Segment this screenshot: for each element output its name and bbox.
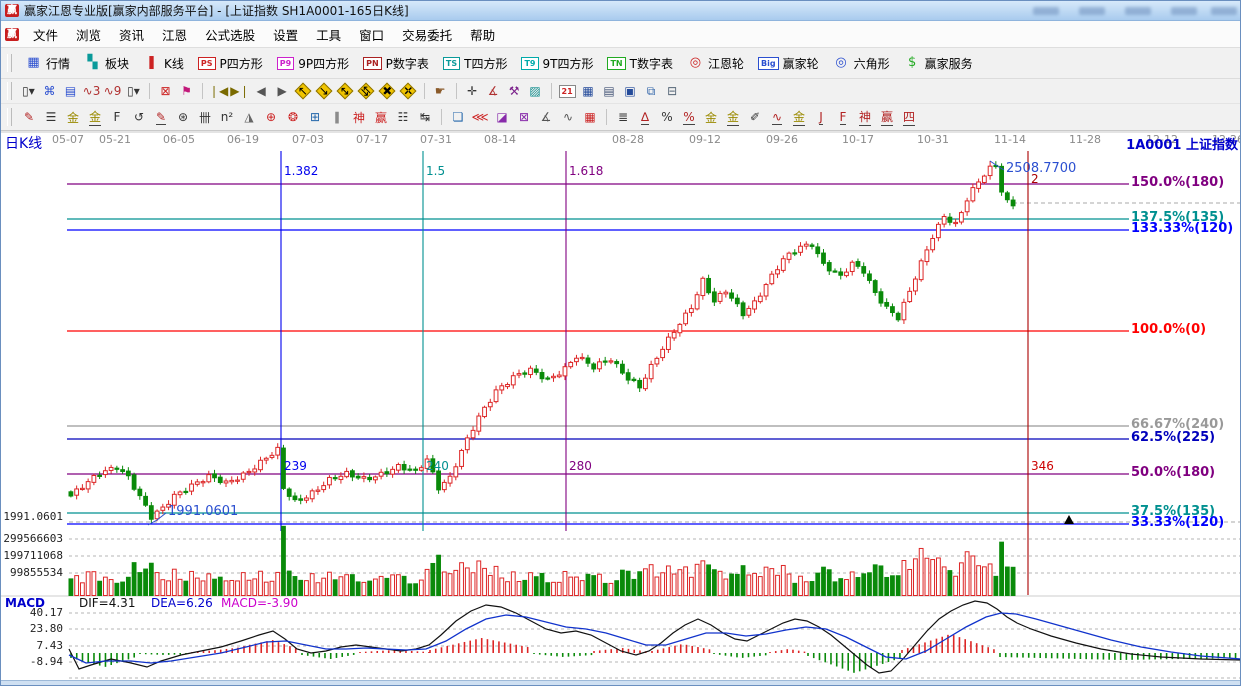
volume-axis-label: 299566603 — [1, 533, 63, 545]
date-tick-label: 10-31 — [917, 134, 949, 146]
date-tick-label: 06-19 — [227, 134, 259, 146]
candles-layer — [69, 161, 1015, 523]
gann-level-label: 133.33%(120) — [1131, 222, 1233, 236]
date-tick-label: 07-17 — [356, 134, 388, 146]
gann-count-label: 346 — [1031, 460, 1054, 473]
macd-axis-label: -8.94 — [1, 656, 63, 668]
date-tick-label: 06-05 — [163, 134, 195, 146]
date-tick-label: 07-31 — [420, 134, 452, 146]
gann-ratio-label: 1.382 — [284, 165, 318, 178]
date-tick-label: 05-21 — [99, 134, 131, 146]
application-window: 赢 赢家江恩专业版[赢家内部服务平台] - [上证指数 SH1A0001-165… — [0, 0, 1241, 686]
date-tick-label: 09-12 — [689, 134, 721, 146]
macd-axis-label: 7.43 — [1, 640, 63, 652]
date-tick-label: 10-17 — [842, 134, 874, 146]
period-mode-label[interactable]: 日K线 — [5, 137, 42, 152]
date-tick-label: 08-14 — [484, 134, 516, 146]
low-price-callout: 1991.0601 — [168, 505, 238, 519]
triangle-marker — [1064, 515, 1074, 524]
volume-axis-label: 99855534 — [1, 567, 63, 579]
date-tick-label: 11-28 — [1069, 134, 1101, 146]
date-tick-label: 07-03 — [292, 134, 324, 146]
gann-level-label: 33.33%(120) — [1131, 516, 1224, 530]
gann-count-label: 239 — [284, 460, 307, 473]
gann-level-label: 150.0%(180) — [1131, 176, 1224, 190]
macd-axis-label: 23.80 — [1, 623, 63, 635]
gann-ratio-label: 1.5 — [426, 165, 445, 178]
date-tick-label: 08-28 — [612, 134, 644, 146]
gann-count-label: 280 — [569, 460, 592, 473]
gann-count-label: 240 — [426, 460, 449, 473]
chart-canvas[interactable] — [1, 1, 1241, 686]
macd-dea-line — [69, 613, 1241, 663]
macd-pane-title[interactable]: MACD — [5, 597, 45, 610]
gann-ratio-label: 1.618 — [569, 165, 603, 178]
date-tick-label: 09-26 — [766, 134, 798, 146]
gann-level-label: 62.5%(225) — [1131, 431, 1215, 445]
volume-axis-label: 199711068 — [1, 550, 63, 562]
macd-dea-value: DEA=6.26 — [151, 597, 213, 610]
macd-hist-layer — [71, 635, 1236, 673]
date-tick-label: 11-14 — [994, 134, 1026, 146]
window-bottom-edge — [1, 680, 1240, 686]
peak-price-callout: 2508.7700 — [1006, 162, 1076, 176]
price-axis-low-label: 1991.0601 — [1, 511, 63, 523]
macd-hist-value: MACD=-3.90 — [221, 597, 298, 610]
volume-layer — [69, 526, 1015, 595]
date-tick-label: 05-07 — [52, 134, 84, 146]
macd-dif-value: DIF=4.31 — [79, 597, 135, 610]
symbol-label: 1A0001 上证指数 — [1126, 139, 1238, 153]
gann-level-label: 100.0%(0) — [1131, 323, 1206, 337]
gann-level-label: 50.0%(180) — [1131, 466, 1215, 480]
